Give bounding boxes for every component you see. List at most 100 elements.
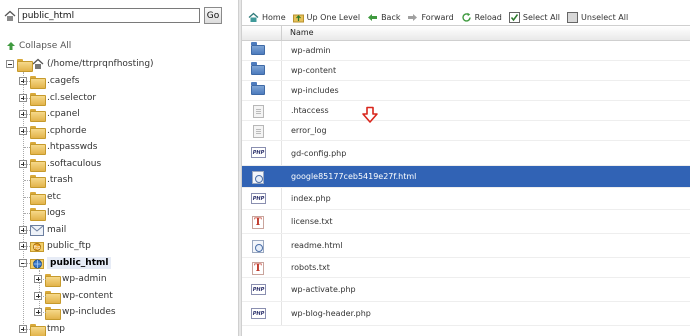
file-name: wp-content — [291, 66, 337, 75]
tree-item-label: wp-admin — [62, 274, 107, 284]
path-input[interactable] — [18, 8, 200, 23]
file-row[interactable]: PHP index.php — [242, 188, 690, 210]
home-icon — [32, 58, 44, 69]
generic-file-icon — [253, 125, 264, 138]
file-type-cell — [242, 234, 282, 257]
tree-item-label: logs — [47, 208, 66, 218]
file-row[interactable]: wp-admin — [242, 41, 690, 61]
tree-item[interactable]: .htpasswds — [19, 139, 97, 155]
text-file-icon: T — [252, 262, 264, 275]
name-column-header[interactable]: Name — [290, 28, 314, 37]
forward-button-label: Forward — [421, 12, 454, 22]
file-row[interactable]: .htaccess — [242, 101, 690, 121]
collapse-all-label: Collapse All — [19, 41, 72, 51]
tree-line — [24, 147, 30, 148]
file-row[interactable]: wp-content — [242, 61, 690, 81]
tree-line — [40, 312, 46, 313]
home-icon[interactable] — [4, 10, 16, 22]
tree-item-label: .trash — [47, 175, 73, 185]
reload-button-label: Reload — [474, 12, 502, 22]
tree-item[interactable]: .softaculous — [19, 156, 101, 172]
tree-item-label: wp-includes — [62, 307, 116, 317]
file-name: wp-includes — [291, 86, 339, 95]
collapse-all-link[interactable]: Collapse All — [6, 40, 71, 52]
reload-icon — [461, 12, 471, 22]
tree-line — [24, 197, 30, 198]
folder-icon — [45, 290, 61, 304]
tree-line — [24, 329, 30, 330]
home-button[interactable]: Home — [248, 12, 286, 23]
file-name: error_log — [291, 126, 327, 135]
folder-icon — [30, 108, 46, 122]
file-type-cell — [242, 121, 282, 140]
annotation-down-arrow-icon — [362, 106, 378, 123]
file-row[interactable]: readme.html — [242, 234, 690, 258]
folder-icon — [30, 141, 46, 155]
tree-root[interactable]: (/home/ttrprqnfhosting) — [6, 56, 154, 72]
file-row[interactable]: Tlicense.txt — [242, 210, 690, 234]
folder-up-icon — [292, 14, 304, 22]
tree-item-label: wp-content — [62, 291, 113, 301]
file-name: readme.html — [291, 241, 343, 250]
folder-icon — [30, 207, 46, 221]
php-file-icon: PHP — [251, 147, 266, 158]
file-type-cell: PHP — [242, 141, 282, 165]
back-button[interactable]: Back — [367, 12, 400, 23]
collapse-root-toggle[interactable] — [6, 60, 14, 68]
go-button[interactable]: Go — [204, 7, 222, 24]
tree-line — [24, 180, 30, 181]
select-all-button[interactable]: Select All — [508, 11, 560, 23]
tree-item[interactable]: public_html — [19, 255, 112, 271]
tree-root-label: (/home/ttrprqnfhosting) — [47, 59, 154, 69]
folder-icon — [251, 82, 265, 95]
folder-icon — [45, 273, 61, 287]
php-file-icon: PHP — [251, 308, 266, 319]
tree-item-label: etc — [47, 192, 62, 202]
folder-icon — [30, 75, 46, 89]
file-name: .htaccess — [291, 106, 329, 115]
folder-icon — [30, 158, 46, 172]
file-type-cell: T — [242, 258, 282, 277]
web-folder-icon — [30, 259, 44, 269]
file-type-cell — [242, 166, 282, 187]
tree-item-label: .cagefs — [47, 76, 80, 86]
tree-line — [24, 164, 30, 165]
tree-item-label: .softaculous — [47, 159, 102, 169]
file-row[interactable]: PHP gd-config.php — [242, 141, 690, 166]
file-type-cell — [242, 81, 282, 100]
tree-line — [24, 81, 30, 82]
tree-line — [24, 230, 30, 231]
mail-folder-icon — [30, 224, 44, 236]
directory-tree-pane: Go Collapse All (/home/ttrprqnfhosting) … — [0, 0, 236, 336]
tree-line — [24, 114, 30, 115]
up-one-level-button[interactable]: Up One Level — [292, 12, 360, 23]
toolbar: Home Up One Level Back Forward Reload Se… — [242, 8, 690, 26]
type-column-header[interactable] — [242, 26, 282, 40]
tree-item[interactable]: wp-includes — [34, 304, 116, 320]
file-manager: Go Collapse All (/home/ttrprqnfhosting) … — [0, 0, 690, 336]
file-row[interactable]: error_log — [242, 121, 690, 141]
file-row[interactable]: wp-includes — [242, 81, 690, 101]
php-file-icon: PHP — [251, 193, 266, 204]
file-name: gd-config.php — [291, 149, 347, 158]
tree-line — [24, 263, 30, 264]
checkbox-checked-icon — [508, 11, 520, 23]
folder-icon — [30, 125, 46, 139]
file-name: wp-activate.php — [291, 285, 356, 294]
tree-line — [24, 131, 30, 132]
forward-button[interactable]: Forward — [407, 12, 454, 23]
file-row[interactable]: PHP wp-activate.php — [242, 278, 690, 302]
file-name: license.txt — [291, 217, 333, 226]
tree-item-label: .cpanel — [47, 109, 80, 119]
reload-button[interactable]: Reload — [461, 12, 502, 23]
tree-line — [40, 296, 46, 297]
tree-item-label: .cl.selector — [47, 93, 97, 103]
back-arrow-icon — [368, 13, 378, 21]
file-name: robots.txt — [291, 263, 330, 272]
tree-item-label: .htpasswds — [47, 142, 98, 152]
file-row[interactable]: Trobots.txt — [242, 258, 690, 278]
tree-item[interactable]: .cl.selector — [19, 90, 96, 106]
unselect-all-button[interactable]: Unselect All — [567, 11, 628, 23]
file-row[interactable]: google85177ceb5419e27f.html — [242, 166, 690, 188]
file-row[interactable]: PHP wp-blog-header.php — [242, 302, 690, 326]
